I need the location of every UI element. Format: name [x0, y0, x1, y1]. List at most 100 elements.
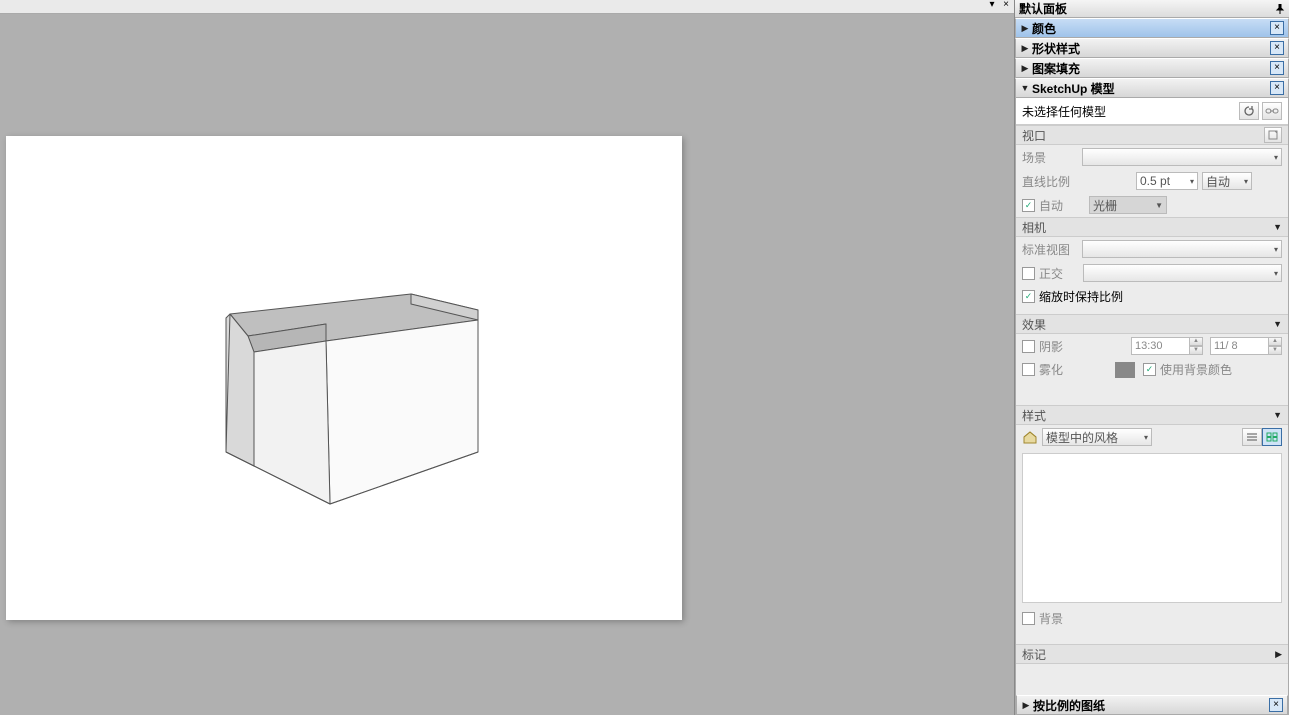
chevron-down-icon: ▾: [1144, 433, 1148, 442]
style-select[interactable]: 模型中的风格 ▾: [1042, 428, 1152, 446]
shadow-row: 阴影 13:30 ▲▼ 11/ 8 ▲▼: [1016, 334, 1288, 358]
effects-header-label: 效果: [1022, 316, 1046, 333]
section-pattern[interactable]: ▶ 图案填充 ×: [1015, 58, 1289, 78]
shadow-label: 阴影: [1039, 338, 1079, 355]
std-view-row: 标准视图 ▾: [1016, 237, 1288, 261]
scene-row: 场景 ▾: [1016, 145, 1288, 169]
spinner-down-icon[interactable]: ▼: [1268, 346, 1282, 355]
use-bg-color-label: 使用背景颜色: [1160, 361, 1232, 378]
viewport-canvas[interactable]: [6, 136, 682, 620]
sketchup-model-body: 未选择任何模型 视口 场景 ▾: [1015, 98, 1289, 715]
chevron-down-icon: ▼: [1273, 222, 1282, 232]
chevron-right-icon: ▶: [1275, 649, 1282, 660]
grid-view-button[interactable]: [1262, 428, 1282, 446]
ortho-label: 正交: [1039, 265, 1079, 282]
no-selection-label: 未选择任何模型: [1022, 103, 1106, 120]
tag-header[interactable]: 标记 ▶: [1016, 644, 1288, 664]
auto-render-row: ✓ 自动 光栅 ▼: [1016, 193, 1288, 217]
style-header-label: 样式: [1022, 407, 1046, 424]
fog-checkbox[interactable]: [1022, 363, 1035, 376]
line-scale-value: 0.5 pt: [1140, 174, 1170, 188]
dropdown-icon[interactable]: ▾: [986, 0, 998, 12]
ortho-row: 正交 ▾: [1016, 261, 1288, 285]
close-icon[interactable]: ×: [1270, 61, 1284, 75]
chevron-down-icon: ▾: [1244, 177, 1248, 186]
std-view-select[interactable]: ▾: [1082, 240, 1282, 258]
spinner-up-icon[interactable]: ▲: [1189, 337, 1203, 346]
ortho-select[interactable]: ▾: [1083, 264, 1282, 282]
section-scaled[interactable]: ▶ 按比例的图纸 ×: [1016, 695, 1288, 715]
chevron-right-icon: ▶: [1021, 700, 1031, 711]
close-icon[interactable]: ×: [1270, 21, 1284, 35]
spinner-down-icon[interactable]: ▼: [1189, 346, 1203, 355]
shadow-date-value: 11/ 8: [1210, 337, 1268, 355]
grid-icon: [1266, 432, 1278, 442]
render-mode-value: 光栅: [1093, 197, 1117, 214]
spinner-up-icon[interactable]: ▲: [1268, 337, 1282, 346]
frame-icon: [1268, 130, 1278, 140]
pin-icon[interactable]: [1275, 4, 1285, 14]
shadow-checkbox[interactable]: [1022, 340, 1035, 353]
chevron-down-icon: ▾: [1274, 245, 1278, 254]
main-area: ▾ ×: [0, 0, 1014, 715]
tag-header-label: 标记: [1022, 646, 1046, 663]
use-bg-color-checkbox[interactable]: ✓: [1143, 363, 1156, 376]
viewport-tool-button[interactable]: [1264, 127, 1282, 143]
style-header[interactable]: 样式 ▼: [1016, 405, 1288, 425]
auto-select[interactable]: 自动 ▾: [1202, 172, 1252, 190]
link-icon: [1265, 106, 1279, 116]
effects-header[interactable]: 效果 ▼: [1016, 314, 1288, 334]
section-label: SketchUp 模型: [1030, 80, 1270, 97]
scene-select[interactable]: ▾: [1082, 148, 1282, 166]
fog-row: 雾化 ✓ 使用背景颜色: [1016, 358, 1288, 381]
close-icon[interactable]: ×: [1000, 0, 1012, 12]
render-mode-select[interactable]: 光栅 ▼: [1089, 196, 1167, 214]
style-list[interactable]: [1022, 453, 1282, 603]
camera-header[interactable]: 相机 ▼: [1016, 217, 1288, 237]
fog-color-swatch[interactable]: [1115, 362, 1135, 378]
shadow-time-spinner[interactable]: 13:30 ▲▼: [1131, 337, 1203, 355]
list-icon: [1246, 432, 1258, 442]
panel-title-bar: 默认面板: [1015, 0, 1289, 18]
viewport-header-label: 视口: [1022, 127, 1046, 144]
chevron-down-icon: ▾: [1190, 177, 1194, 186]
background-checkbox[interactable]: [1022, 612, 1035, 625]
model-info-row: 未选择任何模型: [1016, 98, 1288, 125]
section-label: 颜色: [1030, 20, 1270, 37]
close-icon[interactable]: ×: [1270, 41, 1284, 55]
std-view-label: 标准视图: [1022, 241, 1078, 258]
auto-label: 自动: [1206, 173, 1230, 190]
link-button[interactable]: [1262, 102, 1282, 120]
fog-label: 雾化: [1039, 361, 1079, 378]
section-sketchup-model[interactable]: ▼ SketchUp 模型 ×: [1015, 78, 1289, 98]
close-icon[interactable]: ×: [1270, 81, 1284, 95]
preserve-scale-checkbox[interactable]: ✓: [1022, 290, 1035, 303]
background-label: 背景: [1039, 610, 1063, 627]
shadow-date-spinner[interactable]: 11/ 8 ▲▼: [1210, 337, 1282, 355]
style-picker-row: 模型中的风格 ▾: [1016, 425, 1288, 449]
ortho-checkbox[interactable]: [1022, 267, 1035, 280]
section-color[interactable]: ▶ 颜色 ×: [1015, 18, 1289, 38]
style-value: 模型中的风格: [1046, 429, 1118, 446]
chevron-down-icon: ▼: [1273, 319, 1282, 329]
section-label: 形状样式: [1030, 40, 1270, 57]
house-icon: [1022, 429, 1038, 445]
refresh-icon: [1243, 105, 1255, 117]
right-panel: 默认面板 ▶ 颜色 × ▶ 形状样式 × ▶ 图案填充 × ▼ SketchUp…: [1014, 0, 1289, 715]
section-label: 按比例的图纸: [1031, 697, 1269, 714]
background-row: 背景: [1016, 607, 1288, 630]
line-scale-input[interactable]: 0.5 pt ▾: [1136, 172, 1198, 190]
scene-label: 场景: [1022, 149, 1078, 166]
refresh-button[interactable]: [1239, 102, 1259, 120]
list-view-button[interactable]: [1242, 428, 1262, 446]
section-shape[interactable]: ▶ 形状样式 ×: [1015, 38, 1289, 58]
line-scale-label: 直线比例: [1022, 173, 1078, 190]
chevron-down-icon: ▾: [1274, 153, 1278, 162]
chevron-right-icon: ▶: [1020, 43, 1030, 54]
chevron-down-icon: ▾: [1274, 269, 1278, 278]
chevron-down-icon: ▼: [1155, 201, 1163, 210]
camera-header-label: 相机: [1022, 219, 1046, 236]
auto-checkbox[interactable]: ✓: [1022, 199, 1035, 212]
close-icon[interactable]: ×: [1269, 698, 1283, 712]
auto-check-label: 自动: [1039, 197, 1063, 214]
